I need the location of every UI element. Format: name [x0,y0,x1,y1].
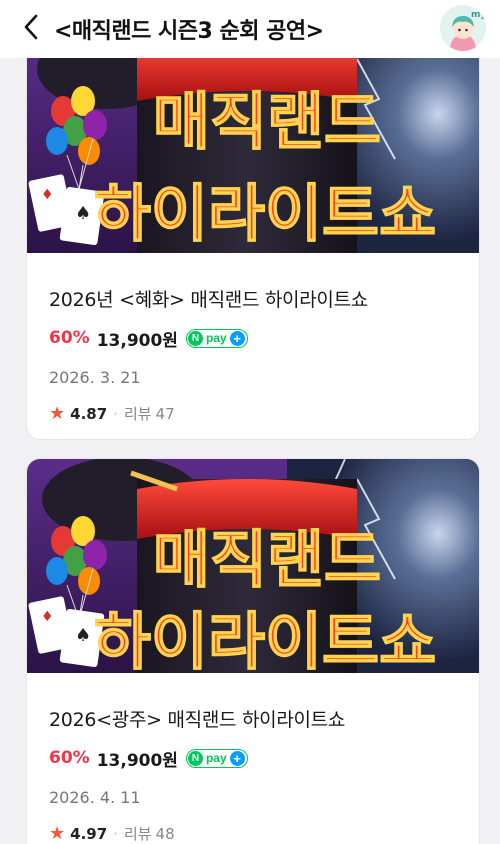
npay-plus-badge: N pay + [185,748,248,768]
npay-label: pay [205,751,227,765]
svg-text:♦: ♦ [41,609,54,625]
product-feed: ♦ ♠ 매직랜드 하이라이트쇼 2026년 <혜화> 매직랜드 하이라이트쇼 6… [0,58,500,844]
product-card[interactable]: ♦ ♠ 매직랜드 하이라이트쇼 2026<광주> 매직랜드 하이라이트쇼 60%… [26,458,480,844]
review-count: 48 [155,824,175,843]
poster-title-line1: 매직랜드 [153,85,381,158]
rating-score: 4.97 [70,824,108,843]
svg-text:♠: ♠ [75,625,91,646]
product-poster-image: ♦ ♠ 매직랜드 하이라이트쇼 [27,459,479,673]
performance-date: 2026. 4. 11 [49,788,141,807]
rating-score: 4.87 [70,404,108,423]
review-count: 47 [155,404,175,423]
chevron-left-icon [23,13,39,45]
poster-title-line2: 하이라이트쇼 [94,177,436,250]
avatar-icon: my [440,5,486,51]
product-card[interactable]: ♦ ♠ 매직랜드 하이라이트쇼 2026년 <혜화> 매직랜드 하이라이트쇼 6… [26,58,480,440]
rating-row: ★ 4.87 · 리뷰 47 [49,403,457,424]
price-row: 60% 13,900원 N pay + [49,326,457,351]
discount-rate: 60% [49,328,90,348]
rating-row: ★ 4.97 · 리뷰 48 [49,823,457,844]
npay-n-icon: N [187,330,203,346]
my-avatar-button[interactable]: my [440,5,486,51]
separator-dot: · [113,824,118,843]
plus-icon: + [229,750,245,766]
npay-plus-badge: N pay + [185,328,248,348]
plus-icon: + [229,330,245,346]
review-label: 리뷰 [123,405,152,423]
review-label: 리뷰 [123,825,152,843]
price-row: 60% 13,900원 N pay + [49,746,457,771]
poster-title-line1: 매직랜드 [153,523,381,596]
avatar-label: my [471,10,486,20]
star-icon: ★ [49,822,66,844]
page-title: <매직랜드 시즌3 순회 공연> [54,19,324,44]
back-button[interactable] [8,0,54,58]
product-title[interactable]: 2026년 <혜화> 매직랜드 하이라이트쇼 [49,285,457,312]
npay-n-icon: N [187,750,203,766]
poster-title-line2: 하이라이트쇼 [94,605,436,673]
app-header: <매직랜드 시즌3 순회 공연> my [0,0,500,58]
performance-date: 2026. 3. 21 [49,368,141,387]
svg-text:♠: ♠ [75,203,91,224]
product-poster-image: ♦ ♠ 매직랜드 하이라이트쇼 [27,58,479,253]
separator-dot: · [113,404,118,423]
sale-price: 13,900원 [96,750,178,771]
npay-label: pay [205,331,227,345]
sale-price: 13,900원 [96,330,178,351]
product-title[interactable]: 2026<광주> 매직랜드 하이라이트쇼 [49,705,457,732]
star-icon: ★ [49,402,66,424]
svg-text:♦: ♦ [41,187,54,203]
discount-rate: 60% [49,748,90,768]
